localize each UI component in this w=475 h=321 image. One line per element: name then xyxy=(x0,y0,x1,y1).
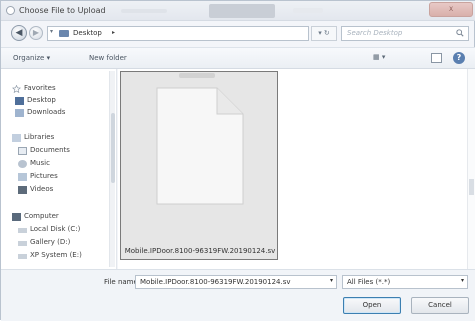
back-button[interactable]: ◀ xyxy=(11,25,27,41)
pictures-icon xyxy=(18,173,27,181)
sidebar-item-label: Gallery (D:) xyxy=(30,238,71,246)
chevron-down-icon[interactable]: ▾ xyxy=(461,277,464,284)
drive-icon xyxy=(18,241,27,246)
file-list: Mobile.IPDoor.8100-96319FW.20190124.sv xyxy=(118,69,475,269)
downloads-icon xyxy=(15,109,24,117)
command-toolbar: Organize ▾ New folder ▦ ▾ ? xyxy=(1,47,475,69)
sidebar-item-computer[interactable]: Computer xyxy=(12,211,122,223)
blurred-area xyxy=(179,73,215,78)
sidebar-item-label: Music xyxy=(30,159,50,167)
blurred-title-area xyxy=(293,8,323,13)
content-scrollbar[interactable] xyxy=(467,69,475,269)
change-view-button[interactable]: ▦ ▾ xyxy=(373,53,399,65)
window-title: Choose File to Upload xyxy=(19,6,106,15)
file-type-value[interactable]: All Files (*.*) xyxy=(347,278,390,286)
new-folder-button[interactable]: New folder xyxy=(89,54,127,62)
libraries-icon xyxy=(12,134,21,142)
file-name-label: Mobile.IPDoor.8100-96319FW.20190124.sv xyxy=(124,247,276,255)
organize-button[interactable]: Organize ▾ xyxy=(13,54,50,62)
refresh-button[interactable]: ▾ ↻ xyxy=(311,26,337,41)
sidebar-item-label: Computer xyxy=(24,212,59,220)
content-scrollbar-thumb[interactable] xyxy=(469,179,474,195)
file-name-field[interactable]: Mobile.IPDoor.8100-96319FW.20190124.sv ▾ xyxy=(135,275,337,289)
file-type-select[interactable]: All Files (*.*) ▾ xyxy=(342,275,468,289)
address-bar[interactable]: ▾ Desktop ▸ xyxy=(47,26,309,41)
music-icon xyxy=(18,160,27,168)
drive-icon xyxy=(18,254,27,259)
breadcrumb-desktop[interactable]: Desktop xyxy=(73,29,102,37)
search-input[interactable]: Search Desktop xyxy=(341,26,469,41)
file-upload-dialog: Choose File to Upload X ◀ ▶ ▾ Desktop ▸ … xyxy=(0,0,475,321)
help-icon[interactable]: ? xyxy=(453,52,465,64)
computer-icon xyxy=(12,213,21,221)
file-item-selected[interactable]: Mobile.IPDoor.8100-96319FW.20190124.sv xyxy=(120,71,278,260)
app-icon xyxy=(6,6,15,15)
folder-icon xyxy=(59,30,69,37)
sidebar-item-libraries[interactable]: Libraries xyxy=(12,132,122,144)
sidebar-item-label: Local Disk (C:) xyxy=(30,225,81,233)
desktop-icon xyxy=(15,97,24,105)
sidebar-item-label: Pictures xyxy=(30,172,58,180)
close-button[interactable]: X xyxy=(429,2,473,17)
search-icon[interactable] xyxy=(456,29,464,37)
chevron-down-icon[interactable]: ▾ xyxy=(330,277,333,284)
navigation-bar: ◀ ▶ ▾ Desktop ▸ ▾ ↻ Search Desktop xyxy=(1,22,475,46)
drive-icon xyxy=(18,228,27,233)
title-bar: Choose File to Upload X xyxy=(1,1,475,21)
chevron-down-icon[interactable]: ▾ xyxy=(50,28,53,35)
sidebar-item-label: Libraries xyxy=(24,133,55,141)
blurred-title-area xyxy=(209,4,275,18)
breadcrumb-separator-icon[interactable]: ▸ xyxy=(112,29,115,36)
cancel-button[interactable]: Cancel xyxy=(411,297,469,314)
sidebar-item-label: Favorites xyxy=(24,84,56,92)
forward-button[interactable]: ▶ xyxy=(29,26,43,40)
sidebar-item-label: Videos xyxy=(30,185,54,193)
open-button[interactable]: Open xyxy=(343,297,401,314)
videos-icon xyxy=(18,186,27,194)
generic-file-icon xyxy=(156,87,244,205)
blurred-title-area xyxy=(121,9,167,13)
file-name-value[interactable]: Mobile.IPDoor.8100-96319FW.20190124.sv xyxy=(140,278,291,286)
star-icon xyxy=(12,85,21,93)
sidebar-scrollbar[interactable] xyxy=(109,71,115,267)
sidebar-item-label: XP System (E:) xyxy=(30,251,82,259)
sidebar-item-label: Desktop xyxy=(27,96,56,104)
sidebar-item-favorites[interactable]: Favorites xyxy=(12,83,122,95)
search-placeholder: Search Desktop xyxy=(347,29,403,37)
sidebar-scrollbar-thumb[interactable] xyxy=(111,113,115,183)
navigation-pane: Favorites Desktop Downloads Libraries Do… xyxy=(1,69,117,269)
documents-icon xyxy=(18,147,27,155)
sidebar-item-label: Downloads xyxy=(27,108,66,116)
preview-pane-button[interactable] xyxy=(431,53,442,63)
file-selection-bar: File name: Mobile.IPDoor.8100-96319FW.20… xyxy=(1,269,475,321)
sidebar-item-label: Documents xyxy=(30,146,70,154)
